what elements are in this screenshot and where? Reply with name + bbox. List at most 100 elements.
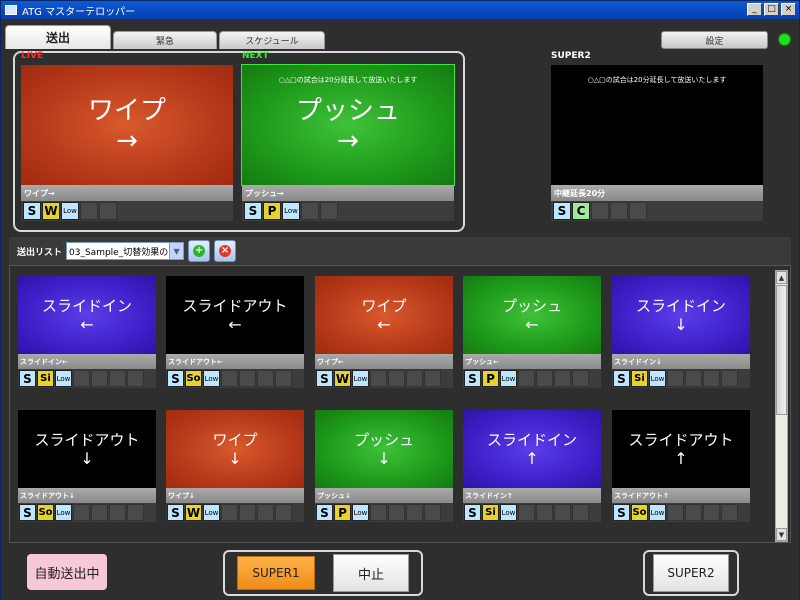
chevron-down-icon[interactable]: ▼ [169, 243, 184, 259]
empty-slot-icon [127, 370, 144, 387]
empty-slot-icon [91, 504, 108, 521]
card-title: スライドイン [486, 431, 577, 450]
card-screen: スライドアウト ← [166, 276, 304, 354]
si-effect-icon: Si [631, 370, 648, 387]
empty-slot-icon [536, 370, 553, 387]
low-icon: Low [352, 370, 369, 387]
arrow-icon: ↑ [674, 448, 688, 468]
card-icon-row: S W Low [166, 503, 304, 522]
empty-slot-icon [424, 504, 441, 521]
add-icon: + [193, 245, 206, 257]
s-effect-icon: S [23, 202, 41, 220]
title-bar: ATG マスターテロッパー _ □ × [1, 1, 799, 19]
empty-slot-icon [320, 202, 338, 220]
card-screen: ワイプ ↓ [166, 410, 304, 488]
card-icon-row: S So Low [18, 503, 156, 522]
delete-icon: × [219, 245, 232, 257]
s-effect-icon: S [553, 202, 571, 220]
empty-slot-icon [572, 370, 589, 387]
app-icon [5, 5, 17, 15]
arrow-icon: ← [80, 314, 94, 334]
card-title: プッシュ [501, 297, 562, 316]
live-title: ワイプ [87, 96, 166, 127]
minimize-button[interactable]: _ [747, 3, 762, 16]
stop-button[interactable]: 中止 [333, 554, 409, 592]
empty-slot-icon [518, 504, 535, 521]
send-list-select[interactable]: 03_Sample_切替効果の ▼ [66, 242, 185, 260]
s-effect-icon: S [244, 202, 262, 220]
app-window: ATG マスターテロッパー _ □ × 送出 緊急 スケジュール 設定 LIVE… [0, 0, 800, 600]
live-icon-row: S W Low [21, 201, 233, 221]
card-screen: スライドイン ← [18, 276, 156, 354]
arrow-icon: → [337, 125, 359, 156]
arrow-icon: ← [228, 314, 242, 334]
next-icon-row: S P Low [242, 201, 454, 221]
empty-slot-icon [370, 370, 387, 387]
card-title: スライドアウト [34, 431, 140, 450]
bottom-bar: 自動送出中 SUPER1 中止 SUPER2 [1, 544, 799, 600]
empty-slot-icon [127, 504, 144, 521]
auto-send-button[interactable]: 自動送出中 [27, 554, 107, 590]
empty-slot-icon [610, 202, 628, 220]
card-name: ワイプ↓ [166, 488, 304, 503]
w-effect-icon: W [334, 370, 351, 387]
empty-slot-icon [275, 370, 292, 387]
card-title: ワイプ [212, 431, 258, 450]
super1-button[interactable]: SUPER1 [237, 556, 315, 590]
low-icon: Low [203, 370, 220, 387]
add-list-button[interactable]: + [188, 240, 211, 262]
card-icon-row: S So Low [166, 369, 304, 388]
empty-slot-icon [406, 504, 423, 521]
empty-slot-icon [257, 370, 274, 387]
vertical-scrollbar[interactable]: ▲ ▼ [775, 270, 788, 542]
tab-emergency[interactable]: 緊急 [113, 31, 217, 49]
s-effect-icon: S [316, 370, 333, 387]
status-indicator [779, 34, 790, 45]
low-icon: Low [55, 504, 72, 521]
scroll-up-icon[interactable]: ▲ [776, 271, 787, 284]
empty-slot-icon [685, 370, 702, 387]
s-effect-icon: S [613, 370, 630, 387]
maximize-button[interactable]: □ [764, 3, 779, 16]
super2-label: SUPER2 [551, 51, 591, 61]
card-screen: スライドイン ↑ [463, 410, 601, 488]
settings-button[interactable]: 設定 [661, 31, 768, 49]
empty-slot-icon [629, 202, 647, 220]
super2-button[interactable]: SUPER2 [653, 554, 729, 592]
empty-slot-icon [554, 370, 571, 387]
so-effect-icon: So [37, 504, 54, 521]
w-effect-icon: W [42, 202, 60, 220]
card-name: スライドイン↓ [612, 354, 750, 369]
card-title: スライドアウト [182, 297, 288, 316]
empty-slot-icon [703, 504, 720, 521]
card-name: スライドアウト← [166, 354, 304, 369]
empty-slot-icon [99, 202, 117, 220]
empty-slot-icon [388, 370, 405, 387]
next-name: プッシュ→ [242, 185, 454, 201]
delete-list-button[interactable]: × [214, 240, 237, 262]
tab-schedule[interactable]: スケジュール [219, 31, 325, 49]
send-list-area: スライドイン ← スライドイン← S Si Low スライドアウト ← スライドアウト← S So L… [9, 265, 791, 543]
live-screen: ワイプ → [21, 65, 233, 185]
scroll-down-icon[interactable]: ▼ [776, 528, 787, 541]
s-effect-icon: S [464, 504, 481, 521]
card-title: ワイプ [361, 297, 407, 316]
empty-slot-icon [275, 504, 292, 521]
empty-slot-icon [388, 504, 405, 521]
c-effect-icon: C [572, 202, 590, 220]
low-effect-icon: Low [282, 202, 300, 220]
s-effect-icon: S [464, 370, 481, 387]
close-button[interactable]: × [781, 3, 796, 16]
empty-slot-icon [73, 504, 90, 521]
scroll-thumb[interactable] [776, 285, 787, 415]
super2-name: 中継延長20分 [551, 185, 763, 201]
empty-slot-icon [518, 370, 535, 387]
send-list-bar: 送出リスト 03_Sample_切替効果の ▼ + × [9, 237, 791, 265]
tab-send[interactable]: 送出 [5, 25, 111, 49]
super2-screen: ○△□の試合は20分延長して放送いたします [551, 65, 763, 185]
empty-slot-icon [572, 504, 589, 521]
empty-slot-icon [685, 504, 702, 521]
next-screen: ○△□の試合は20分延長して放送いたします プッシュ → [241, 64, 455, 186]
card-icon-row: S Si Low [18, 369, 156, 388]
s-effect-icon: S [19, 370, 36, 387]
